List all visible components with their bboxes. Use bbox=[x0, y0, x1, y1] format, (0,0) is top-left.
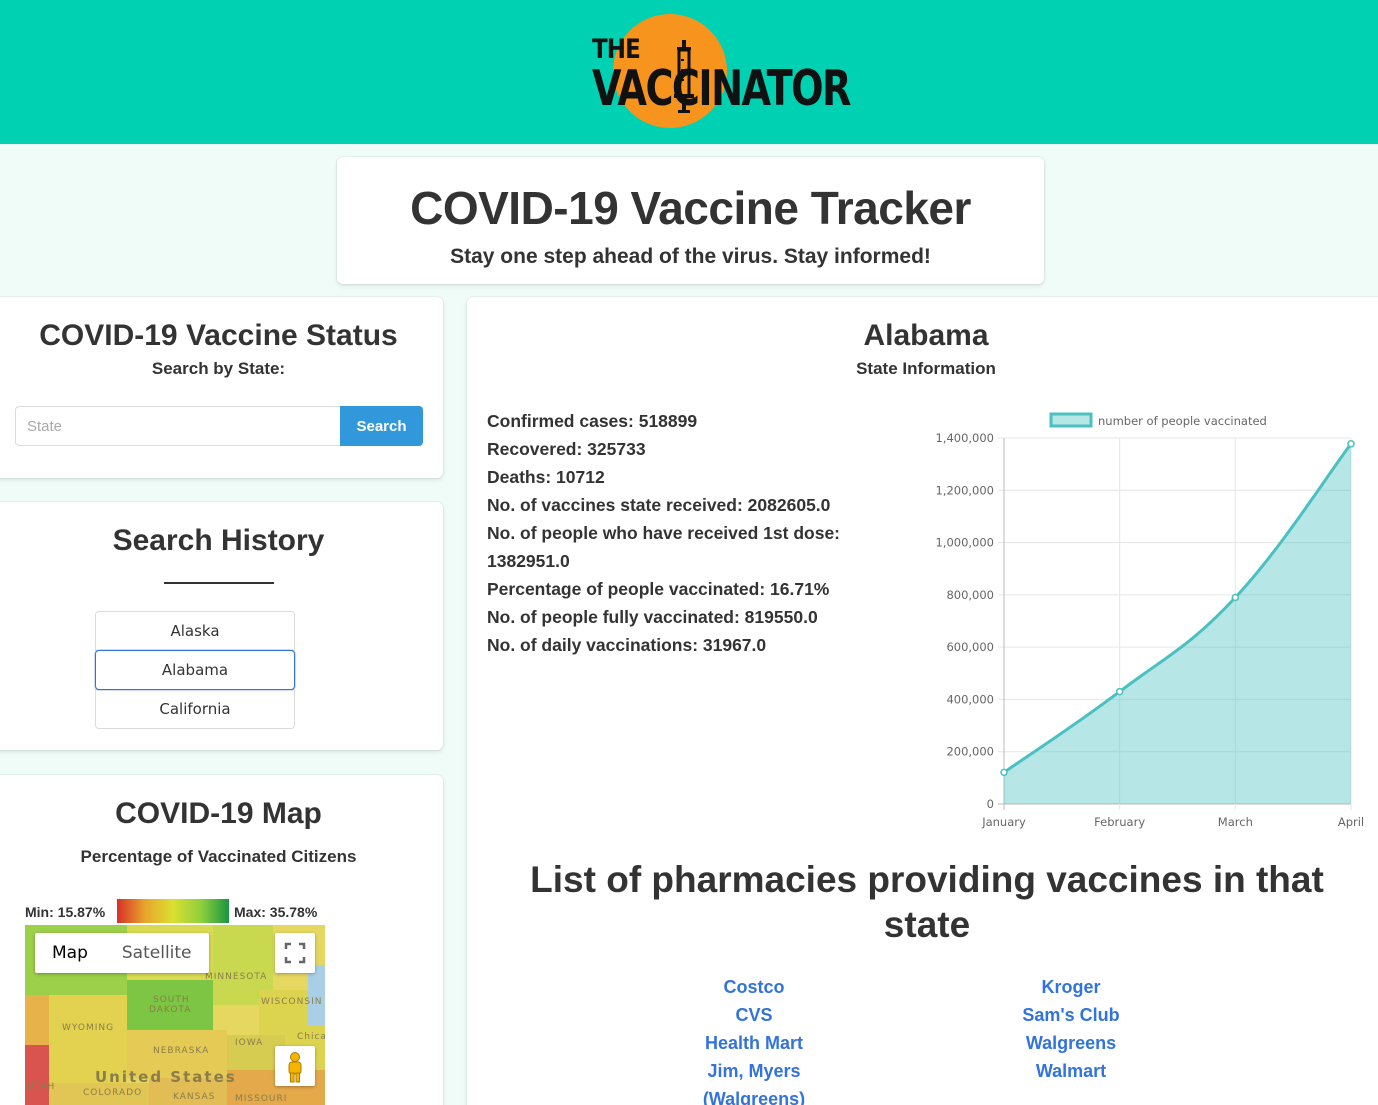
stat-recovered: Recovered: 325733 bbox=[487, 439, 646, 459]
state-search-input[interactable] bbox=[15, 406, 340, 446]
y-tick-label: 200,000 bbox=[946, 745, 994, 759]
x-tick-label: January bbox=[981, 815, 1026, 829]
y-tick-label: 400,000 bbox=[946, 692, 994, 706]
stat-first-dose: No. of people who have received 1st dose… bbox=[487, 523, 841, 571]
map-label-south-dakota-2: DAKOTA bbox=[149, 1005, 191, 1015]
map-label-wisconsin: WISCONSIN bbox=[261, 997, 322, 1007]
map-label-utah: UTAH bbox=[27, 1082, 55, 1092]
history-list: Alaska Alabama California bbox=[95, 611, 295, 729]
map-legend: Min: 15.87% Max: 35.78% bbox=[25, 898, 325, 924]
pegman-icon bbox=[288, 1052, 302, 1083]
map-label-south-dakota: SOUTH bbox=[153, 995, 190, 1005]
y-tick-label: 1,400,000 bbox=[935, 431, 994, 445]
fullscreen-icon bbox=[284, 942, 306, 964]
search-by-state-label: Search by State: bbox=[151, 359, 286, 378]
map-label-iowa: IOWA bbox=[235, 1038, 263, 1048]
y-tick-label: 600,000 bbox=[946, 640, 994, 654]
map-label-nebraska: NEBRASKA bbox=[153, 1046, 209, 1056]
map-title: COVID-19 Map bbox=[115, 797, 322, 830]
fullscreen-button[interactable] bbox=[275, 933, 315, 973]
syringe-icon bbox=[674, 40, 694, 113]
pharmacy-link-walgreens[interactable]: Walgreens bbox=[991, 1029, 1151, 1057]
map-type-map-button[interactable]: Map bbox=[35, 933, 105, 973]
stat-percentage-vaccinated: Percentage of people vaccinated: 16.71% bbox=[487, 579, 830, 599]
search-button[interactable]: Search bbox=[340, 406, 423, 446]
covid-map-card: COVID-19 Map Percentage of Vaccinated Ci… bbox=[0, 775, 443, 1105]
legend-max: Max: 35.78% bbox=[234, 904, 318, 920]
vaccination-chart: 0 200,000 400,000 600,000 800,000 1,000,000 1,… bbox=[935, 412, 1364, 829]
legend-label: number of people vaccinated bbox=[1098, 414, 1267, 428]
data-point bbox=[1000, 768, 1008, 777]
pharmacy-link-cvs[interactable]: CVS bbox=[654, 1001, 854, 1029]
header-bar: THE VACCINATOR bbox=[0, 0, 1378, 144]
stat-confirmed-cases: Confirmed cases: 518899 bbox=[487, 411, 698, 431]
legend-swatch bbox=[1049, 412, 1093, 428]
history-item-alaska[interactable]: Alaska bbox=[95, 611, 295, 651]
map-label-wyoming: WYOMING bbox=[62, 1023, 114, 1033]
history-item-alabama[interactable]: Alabama bbox=[95, 650, 295, 690]
history-item-california[interactable]: California bbox=[95, 689, 295, 729]
vaccinator-logo[interactable]: THE VACCINATOR bbox=[588, 12, 851, 130]
google-map[interactable]: MINNESOTA SOUTH DAKOTA WISCONSIN WYOMING… bbox=[25, 925, 325, 1105]
data-point bbox=[1347, 440, 1355, 448]
state-name: Alabama bbox=[863, 319, 989, 352]
data-point bbox=[1231, 593, 1240, 602]
pharmacy-link-health-mart[interactable]: Health Mart bbox=[654, 1029, 854, 1057]
series-area bbox=[1004, 443, 1351, 804]
map-type-satellite-button[interactable]: Satellite bbox=[105, 933, 209, 973]
vaccine-status-title: COVID-19 Vaccine Status bbox=[39, 319, 398, 352]
divider bbox=[163, 582, 274, 584]
y-tick-label: 1,000,000 bbox=[935, 536, 994, 550]
logo-text-main: VACCINATOR bbox=[592, 60, 851, 117]
map-label-united-states: United States bbox=[95, 1068, 237, 1086]
pharmacy-link-costco[interactable]: Costco bbox=[654, 973, 854, 1001]
map-label-chicago: Chicag bbox=[297, 1032, 325, 1042]
map-label-colorado: COLORADO bbox=[83, 1088, 142, 1098]
state-stats: Confirmed cases: 518899 Recovered: 32573… bbox=[487, 407, 867, 659]
map-type-control: Map Satellite bbox=[35, 933, 209, 973]
y-tick-label: 0 bbox=[987, 797, 994, 811]
legend-min: Min: 15.87% bbox=[25, 904, 106, 920]
page-title: COVID-19 Vaccine Tracker bbox=[410, 182, 971, 234]
stat-deaths: Deaths: 10712 bbox=[487, 467, 605, 487]
pharmacy-link-jim-myers[interactable]: Jim, Myers (Walgreens) bbox=[654, 1057, 854, 1105]
state-info-card: Alabama State Information Confirmed case… bbox=[467, 297, 1378, 1105]
y-tick-label: 1,200,000 bbox=[935, 483, 994, 497]
pharmacy-column-1: Costco CVS Health Mart Jim, Myers (Walgr… bbox=[654, 973, 854, 1105]
street-view-pegman-button[interactable] bbox=[275, 1046, 315, 1086]
x-tick-label: March bbox=[1218, 815, 1253, 829]
y-tick-label: 800,000 bbox=[946, 588, 994, 602]
pharmacy-link-walmart[interactable]: Walmart bbox=[991, 1057, 1151, 1085]
map-subtitle: Percentage of Vaccinated Citizens bbox=[80, 847, 357, 866]
legend-gradient bbox=[117, 899, 229, 923]
pharmacy-column-2: Kroger Sam's Club Walgreens Walmart bbox=[991, 973, 1151, 1085]
stat-fully-vaccinated: No. of people fully vaccinated: 819550.0 bbox=[487, 607, 818, 627]
x-tick-label: February bbox=[1094, 815, 1145, 829]
stat-vaccines-received: No. of vaccines state received: 2082605.… bbox=[487, 495, 831, 515]
pharmacies-title: List of pharmacies providing vaccines in… bbox=[530, 859, 1324, 945]
search-history-title: Search History bbox=[112, 524, 325, 557]
map-label-kansas: KANSAS bbox=[173, 1092, 215, 1102]
hero-card: COVID-19 Vaccine Tracker Stay one step a… bbox=[337, 157, 1044, 284]
stat-daily-vaccinations: No. of daily vaccinations: 31967.0 bbox=[487, 635, 767, 655]
vaccine-status-card: COVID-19 Vaccine Status Search by State:… bbox=[0, 297, 443, 478]
pharmacy-link-kroger[interactable]: Kroger bbox=[991, 973, 1151, 1001]
data-point bbox=[1115, 687, 1124, 696]
page-subtitle: Stay one step ahead of the virus. Stay i… bbox=[450, 245, 931, 268]
pharmacy-link-sams-club[interactable]: Sam's Club bbox=[991, 1001, 1151, 1029]
search-history-card: Search History Alaska Alabama California bbox=[0, 502, 443, 750]
state-info-subtitle: State Information bbox=[856, 359, 996, 378]
map-label-missouri: MISSOURI bbox=[235, 1094, 287, 1104]
x-tick-label: April bbox=[1338, 815, 1364, 829]
map-label-minnesota: MINNESOTA bbox=[205, 972, 267, 982]
search-row: Search bbox=[15, 406, 423, 446]
